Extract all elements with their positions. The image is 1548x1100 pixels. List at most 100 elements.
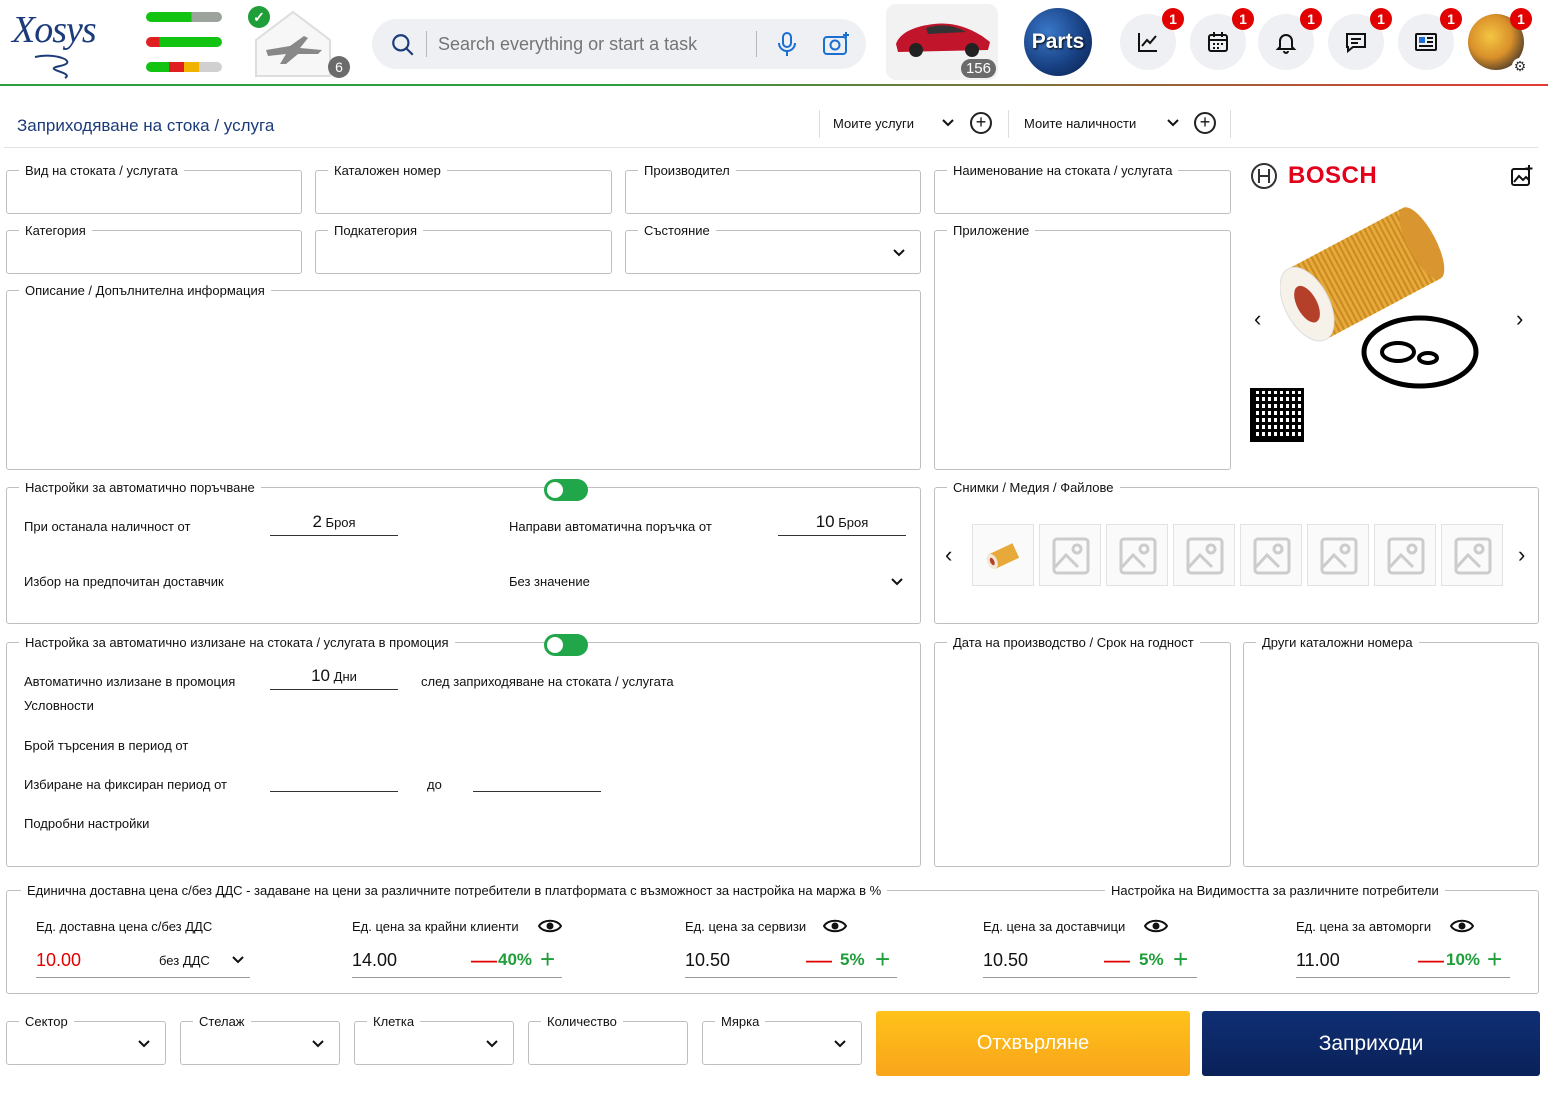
dealer-minus-button[interactable]: — bbox=[1418, 946, 1444, 972]
visibility-legend: Настройка на Видимостта за различните по… bbox=[1105, 883, 1445, 898]
submit-receipt-button[interactable]: Заприходи bbox=[1202, 1011, 1540, 1076]
service-plus-button[interactable]: + bbox=[875, 946, 890, 972]
chevron-down-icon bbox=[834, 1040, 846, 1048]
image-placeholder-icon bbox=[1052, 537, 1090, 575]
notifications-button[interactable]: 1 bbox=[1258, 8, 1322, 70]
dealer-plus-button[interactable]: + bbox=[1487, 946, 1502, 972]
goods-name-field[interactable]: Наименование на стоката / услугата bbox=[934, 163, 1231, 214]
delivery-price-underline bbox=[36, 977, 250, 978]
eye-icon[interactable] bbox=[538, 916, 562, 936]
chevron-down-icon[interactable] bbox=[890, 576, 904, 588]
condition-select[interactable]: Състояние bbox=[625, 223, 921, 274]
media-thumb-6[interactable] bbox=[1307, 524, 1369, 586]
preferred-supplier-select[interactable]: Без значение bbox=[509, 574, 590, 589]
media-thumb-8[interactable] bbox=[1441, 524, 1503, 586]
media-thumb-3[interactable] bbox=[1106, 524, 1168, 586]
eye-icon[interactable] bbox=[1144, 916, 1168, 936]
eye-icon[interactable] bbox=[823, 916, 847, 936]
news-button[interactable]: 1 bbox=[1398, 8, 1462, 70]
media-thumb-7[interactable] bbox=[1374, 524, 1436, 586]
newspaper-icon bbox=[1415, 33, 1437, 51]
messages-button[interactable]: 1 bbox=[1328, 8, 1392, 70]
sector-label: Сектор bbox=[19, 1014, 74, 1029]
media-next-arrow[interactable]: › bbox=[1518, 542, 1525, 568]
auto-promo-days-value: 10 bbox=[311, 666, 331, 685]
service-minus-button[interactable]: — bbox=[806, 946, 832, 972]
supplier-margin: 5% bbox=[1139, 950, 1164, 969]
sector-select[interactable]: Сектор bbox=[6, 1014, 166, 1065]
end-client-price-input[interactable]: 14.00 bbox=[352, 950, 397, 971]
add-service-button[interactable]: + bbox=[970, 112, 992, 134]
remaining-stock-label: При останала наличност от bbox=[24, 519, 191, 534]
other-catalog-numbers-field[interactable]: Други каталожни номера bbox=[1243, 635, 1539, 867]
auto-order-qty-input[interactable]: 10 Броя bbox=[778, 512, 906, 536]
search-icon[interactable] bbox=[390, 32, 416, 58]
quantity-field[interactable]: Количество bbox=[528, 1014, 688, 1065]
my-services-select[interactable]: Моите услуги bbox=[833, 116, 963, 131]
supplier-price-label: Ед. цена за доставчици bbox=[983, 919, 1126, 934]
manufacturer-field[interactable]: Производител bbox=[625, 163, 921, 214]
rack-select[interactable]: Стелаж bbox=[180, 1014, 340, 1065]
delivery-price-input[interactable]: 10.00 bbox=[36, 950, 81, 971]
auto-order-toggle[interactable] bbox=[544, 479, 588, 501]
media-thumb-5[interactable] bbox=[1240, 524, 1302, 586]
my-stock-select[interactable]: Моите наличности bbox=[1024, 116, 1184, 131]
end-client-minus-button[interactable]: — bbox=[471, 946, 497, 972]
title-divider-2 bbox=[1008, 110, 1009, 138]
messages-badge: 1 bbox=[1370, 8, 1392, 30]
eye-icon[interactable] bbox=[1450, 916, 1474, 936]
camera-search-icon[interactable] bbox=[822, 31, 850, 57]
catalog-number-field[interactable]: Каталожен номер bbox=[315, 163, 612, 214]
media-thumb-1[interactable] bbox=[972, 524, 1034, 586]
reject-button[interactable]: Отхвърляне bbox=[876, 1011, 1190, 1076]
auto-order-qty-value: 10 bbox=[815, 512, 835, 531]
user-avatar[interactable]: 1 ⚙ bbox=[1468, 8, 1532, 74]
chevron-down-icon[interactable] bbox=[231, 954, 245, 966]
period-from-input[interactable] bbox=[270, 768, 398, 792]
dealer-price-input[interactable]: 11.00 bbox=[1296, 950, 1340, 971]
microphone-icon[interactable] bbox=[776, 31, 798, 57]
search-input[interactable] bbox=[438, 29, 738, 59]
logo-text: Xosys bbox=[12, 9, 97, 51]
period-to-input[interactable] bbox=[473, 768, 601, 792]
analytics-button[interactable]: 1 bbox=[1120, 8, 1184, 70]
goods-type-field[interactable]: Вид на стоката / услугата bbox=[6, 163, 302, 214]
garage-tile[interactable]: ✓ 6 bbox=[248, 6, 350, 78]
application-field[interactable]: Приложение bbox=[934, 223, 1231, 470]
end-client-price-label: Ед. цена за крайни клиенти bbox=[352, 919, 519, 934]
gear-icon[interactable]: ⚙ bbox=[1512, 58, 1528, 74]
add-image-icon[interactable] bbox=[1510, 164, 1534, 188]
end-client-price-underline bbox=[352, 977, 562, 978]
end-client-plus-button[interactable]: + bbox=[540, 946, 555, 972]
promo-toggle[interactable] bbox=[544, 634, 588, 656]
category-field[interactable]: Категория bbox=[6, 223, 302, 274]
detailed-settings-link[interactable]: Подробни настройки bbox=[24, 816, 149, 831]
cell-select[interactable]: Клетка bbox=[354, 1014, 514, 1065]
description-field[interactable]: Описание / Допълнителна информация bbox=[6, 283, 921, 470]
media-prev-arrow[interactable]: ‹ bbox=[945, 542, 952, 568]
production-date-field[interactable]: Дата на производство / Срок на годност bbox=[934, 635, 1231, 867]
search-bar[interactable] bbox=[372, 19, 866, 69]
parts-globe-button[interactable]: Parts bbox=[1024, 8, 1092, 76]
add-stock-button[interactable]: + bbox=[1194, 112, 1216, 134]
calendar-button[interactable]: 1 bbox=[1190, 8, 1254, 70]
application-label: Приложение bbox=[947, 223, 1036, 238]
xosys-logo[interactable]: Xosys bbox=[12, 8, 122, 80]
media-thumb-2[interactable] bbox=[1039, 524, 1101, 586]
subcategory-field[interactable]: Подкатегория bbox=[315, 223, 612, 274]
supplier-minus-button[interactable]: — bbox=[1104, 946, 1130, 972]
unit-select[interactable]: Мярка bbox=[702, 1014, 862, 1065]
vat-select[interactable]: без ДДС bbox=[159, 953, 210, 968]
supplier-plus-button[interactable]: + bbox=[1173, 946, 1188, 972]
auto-promo-days-input[interactable]: 10 Дни bbox=[270, 666, 398, 690]
supplier-price-input[interactable]: 10.50 bbox=[983, 950, 1028, 971]
service-margin: 5% bbox=[840, 950, 865, 969]
prev-image-arrow[interactable]: ‹ bbox=[1254, 306, 1261, 332]
vehicle-tile[interactable]: 156 bbox=[886, 4, 998, 80]
media-thumb-4[interactable] bbox=[1173, 524, 1235, 586]
next-image-arrow[interactable]: › bbox=[1516, 306, 1523, 332]
remaining-stock-input[interactable]: 2 Броя bbox=[270, 512, 398, 536]
goods-name-label: Наименование на стоката / услугата bbox=[947, 163, 1179, 178]
qr-code[interactable] bbox=[1250, 388, 1304, 442]
service-price-input[interactable]: 10.50 bbox=[685, 950, 730, 971]
